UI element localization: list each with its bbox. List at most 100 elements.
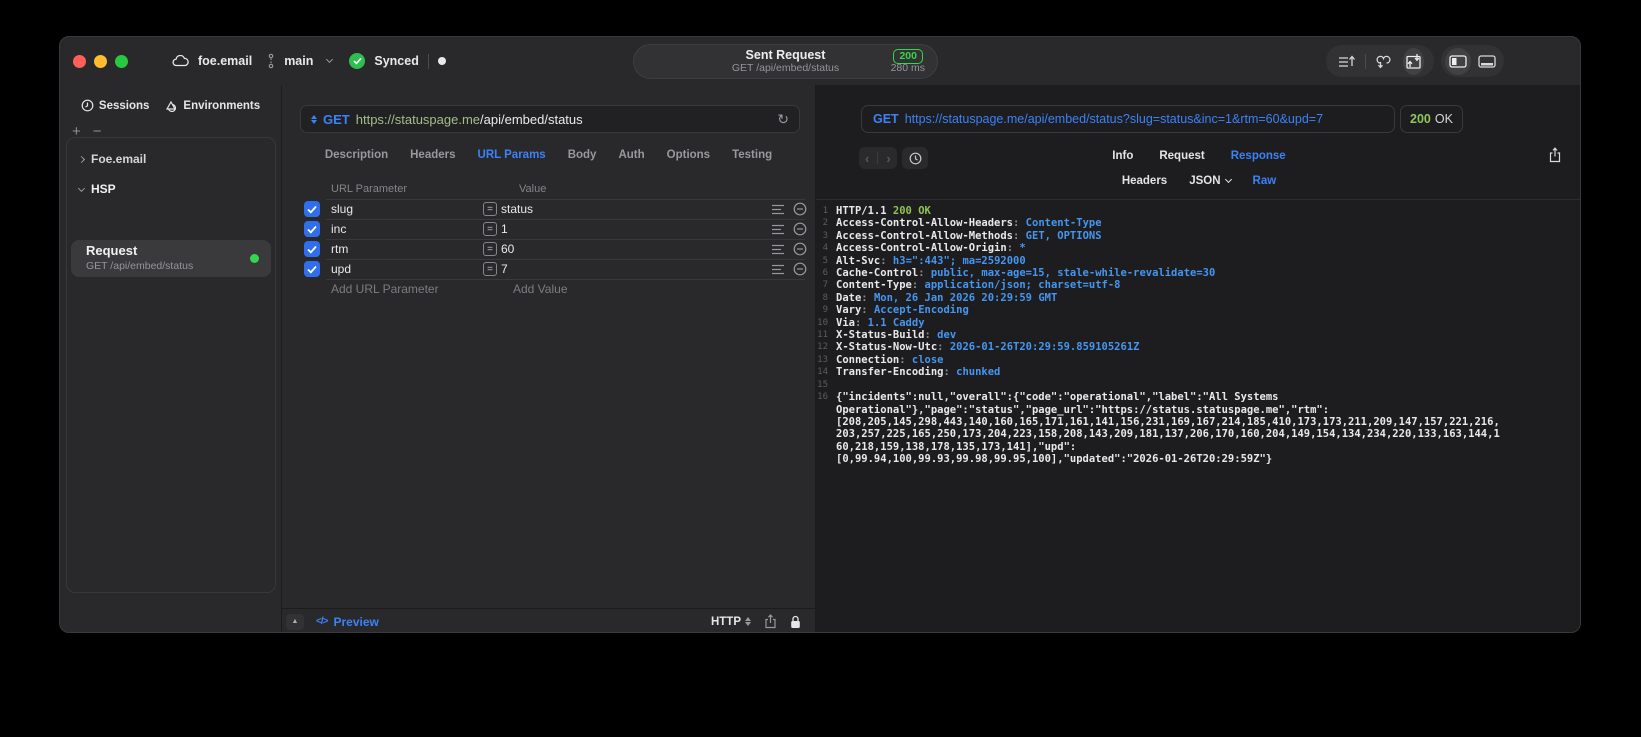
tab-headers[interactable]: Headers bbox=[410, 149, 455, 161]
tab-request[interactable]: Request bbox=[1159, 150, 1204, 162]
equals-icon: = bbox=[483, 262, 497, 276]
sent-request-pill[interactable]: Sent Request GET /api/embed/status 200 2… bbox=[633, 44, 938, 79]
project-name[interactable]: foe.email bbox=[198, 54, 252, 68]
row-options-icon[interactable] bbox=[771, 204, 787, 215]
response-panel: GET https://statuspage.me/api/embed/stat… bbox=[816, 85, 1580, 632]
row-remove-icon[interactable] bbox=[793, 202, 809, 216]
param-checkbox[interactable] bbox=[304, 221, 320, 237]
row-options-icon[interactable] bbox=[771, 224, 787, 235]
request-url-bar[interactable]: GET https://statuspage.me/api/embed/stat… bbox=[300, 105, 800, 133]
tab-body[interactable]: Body bbox=[568, 149, 597, 161]
add-value-placeholder[interactable]: Add Value bbox=[513, 282, 568, 296]
toggle-bottom-panel-icon[interactable] bbox=[1474, 48, 1500, 75]
tab-json[interactable]: JSON bbox=[1189, 175, 1232, 187]
response-line: 14 Transfer-Encoding: chunked bbox=[817, 366, 1001, 379]
sessions-label: Sessions bbox=[98, 99, 150, 112]
share-icon[interactable] bbox=[764, 614, 777, 629]
response-url: https://statuspage.me/api/embed/status?s… bbox=[904, 112, 1324, 126]
param-row: slug = status bbox=[282, 199, 815, 219]
response-line: 16 {"incidents":null,"overall":{"code":"o… bbox=[817, 391, 1279, 404]
param-value[interactable]: 60 bbox=[501, 242, 771, 256]
sidebar-tabs: Sessions Environments bbox=[60, 99, 281, 112]
sent-request-title: Sent Request bbox=[745, 48, 826, 62]
param-checkbox[interactable] bbox=[304, 241, 320, 257]
protocol-selector[interactable]: HTTP bbox=[711, 616, 751, 628]
row-options-icon[interactable] bbox=[771, 244, 787, 255]
toggle-sidebar-icon[interactable] bbox=[1445, 47, 1471, 75]
tab-sessions[interactable]: Sessions bbox=[81, 99, 150, 112]
tab-headers[interactable]: Headers bbox=[1122, 175, 1167, 187]
tab-url-params[interactable]: URL Params bbox=[478, 149, 546, 161]
param-name[interactable]: upd bbox=[331, 262, 483, 276]
tab-testing[interactable]: Testing bbox=[732, 149, 772, 161]
method-stepper-icon[interactable] bbox=[311, 114, 317, 124]
param-name[interactable]: inc bbox=[331, 222, 483, 236]
code-icon: </> bbox=[316, 616, 329, 627]
tab-environments[interactable]: Environments bbox=[165, 99, 260, 112]
minimize-window-button[interactable] bbox=[94, 55, 107, 68]
chevron-right-icon bbox=[77, 155, 86, 163]
request-list-item[interactable]: Request GET /api/embed/status bbox=[71, 240, 271, 277]
param-name[interactable]: slug bbox=[331, 202, 483, 216]
response-line: 13 Connection: close bbox=[817, 353, 944, 366]
response-line: 12 X-Status-Now-Utc: 2026-01-26T20:29:59.… bbox=[817, 341, 1140, 354]
add-param-placeholder[interactable]: Add URL Parameter bbox=[331, 282, 513, 296]
param-name[interactable]: rtm bbox=[331, 242, 483, 256]
response-line: [208,205,145,298,443,140,160,165,171,161… bbox=[836, 415, 1500, 428]
param-value[interactable]: 7 bbox=[501, 262, 771, 276]
sync-status[interactable]: Synced bbox=[374, 54, 418, 68]
add-param-row[interactable]: Add URL Parameter Add Value bbox=[282, 279, 815, 299]
param-value[interactable]: 1 bbox=[501, 222, 771, 236]
tab-options[interactable]: Options bbox=[667, 149, 710, 161]
row-remove-icon[interactable] bbox=[793, 262, 809, 276]
request-duration: 280 ms bbox=[890, 62, 925, 74]
response-line: 6 Cache-Control: public, max-age=15, stal… bbox=[822, 267, 1216, 280]
tree-item-hsp[interactable]: HSP bbox=[67, 178, 275, 200]
param-row: upd = 7 bbox=[282, 259, 815, 279]
equals-icon: = bbox=[483, 222, 497, 236]
tab-description[interactable]: Description bbox=[325, 149, 388, 161]
zoom-window-button[interactable] bbox=[115, 55, 128, 68]
tab-raw[interactable]: Raw bbox=[1253, 175, 1277, 187]
row-remove-icon[interactable] bbox=[793, 242, 809, 256]
response-line: Operational"},"page":"status","page_url"… bbox=[836, 403, 1330, 416]
branch-icon bbox=[267, 53, 275, 69]
environments-label: Environments bbox=[183, 99, 261, 112]
import-export-icon[interactable] bbox=[1402, 47, 1425, 75]
response-tabs: Info Request Response bbox=[816, 150, 1580, 162]
request-list-icon[interactable] bbox=[1336, 48, 1357, 75]
close-window-button[interactable] bbox=[73, 55, 86, 68]
resend-icon[interactable]: ↻ bbox=[777, 111, 789, 128]
project-area: foe.email main Synced bbox=[172, 37, 446, 85]
preview-button[interactable]: </> Preview bbox=[316, 615, 379, 629]
tree-item-foe-email[interactable]: Foe.email bbox=[67, 148, 275, 170]
branch-name[interactable]: main bbox=[284, 54, 313, 68]
param-value[interactable]: status bbox=[501, 202, 771, 216]
param-checkbox[interactable] bbox=[304, 201, 320, 217]
param-checkbox[interactable] bbox=[304, 261, 320, 277]
expand-panel-icon[interactable]: ▲ bbox=[286, 613, 304, 630]
request-method[interactable]: GET bbox=[323, 112, 350, 127]
tab-info[interactable]: Info bbox=[1112, 150, 1133, 162]
response-line: 2 Access-Control-Allow-Headers: Content-T… bbox=[822, 217, 1102, 230]
request-item-title: Request bbox=[86, 243, 138, 258]
response-body[interactable]: 1 HTTP/1.1 200 OK 2 Access-Control-Allow-He… bbox=[816, 205, 1580, 466]
tab-response[interactable]: Response bbox=[1231, 150, 1286, 162]
tab-auth[interactable]: Auth bbox=[618, 149, 644, 161]
equals-icon: = bbox=[483, 242, 497, 256]
tree-item-label: HSP bbox=[91, 182, 116, 196]
url-path[interactable]: /api/embed/status bbox=[480, 112, 583, 127]
response-url-bar[interactable]: GET https://statuspage.me/api/embed/stat… bbox=[861, 105, 1395, 133]
row-options-icon[interactable] bbox=[771, 264, 787, 275]
branch-chevron-icon[interactable] bbox=[326, 55, 334, 63]
lock-icon[interactable] bbox=[790, 615, 801, 629]
export-response-icon[interactable] bbox=[1548, 147, 1562, 163]
response-status-pill: 200 OK bbox=[1400, 105, 1463, 133]
unsaved-dot-icon bbox=[437, 57, 446, 65]
response-line: 15 bbox=[817, 379, 828, 390]
sidebar: Sessions Environments + − Foe.email HSP … bbox=[60, 85, 282, 632]
response-line: 3 Access-Control-Allow-Methods: GET, OPTI… bbox=[822, 229, 1102, 242]
row-remove-icon[interactable] bbox=[793, 222, 809, 236]
sync-loop-icon[interactable] bbox=[1374, 48, 1395, 75]
url-host[interactable]: https://statuspage.me bbox=[356, 112, 480, 127]
